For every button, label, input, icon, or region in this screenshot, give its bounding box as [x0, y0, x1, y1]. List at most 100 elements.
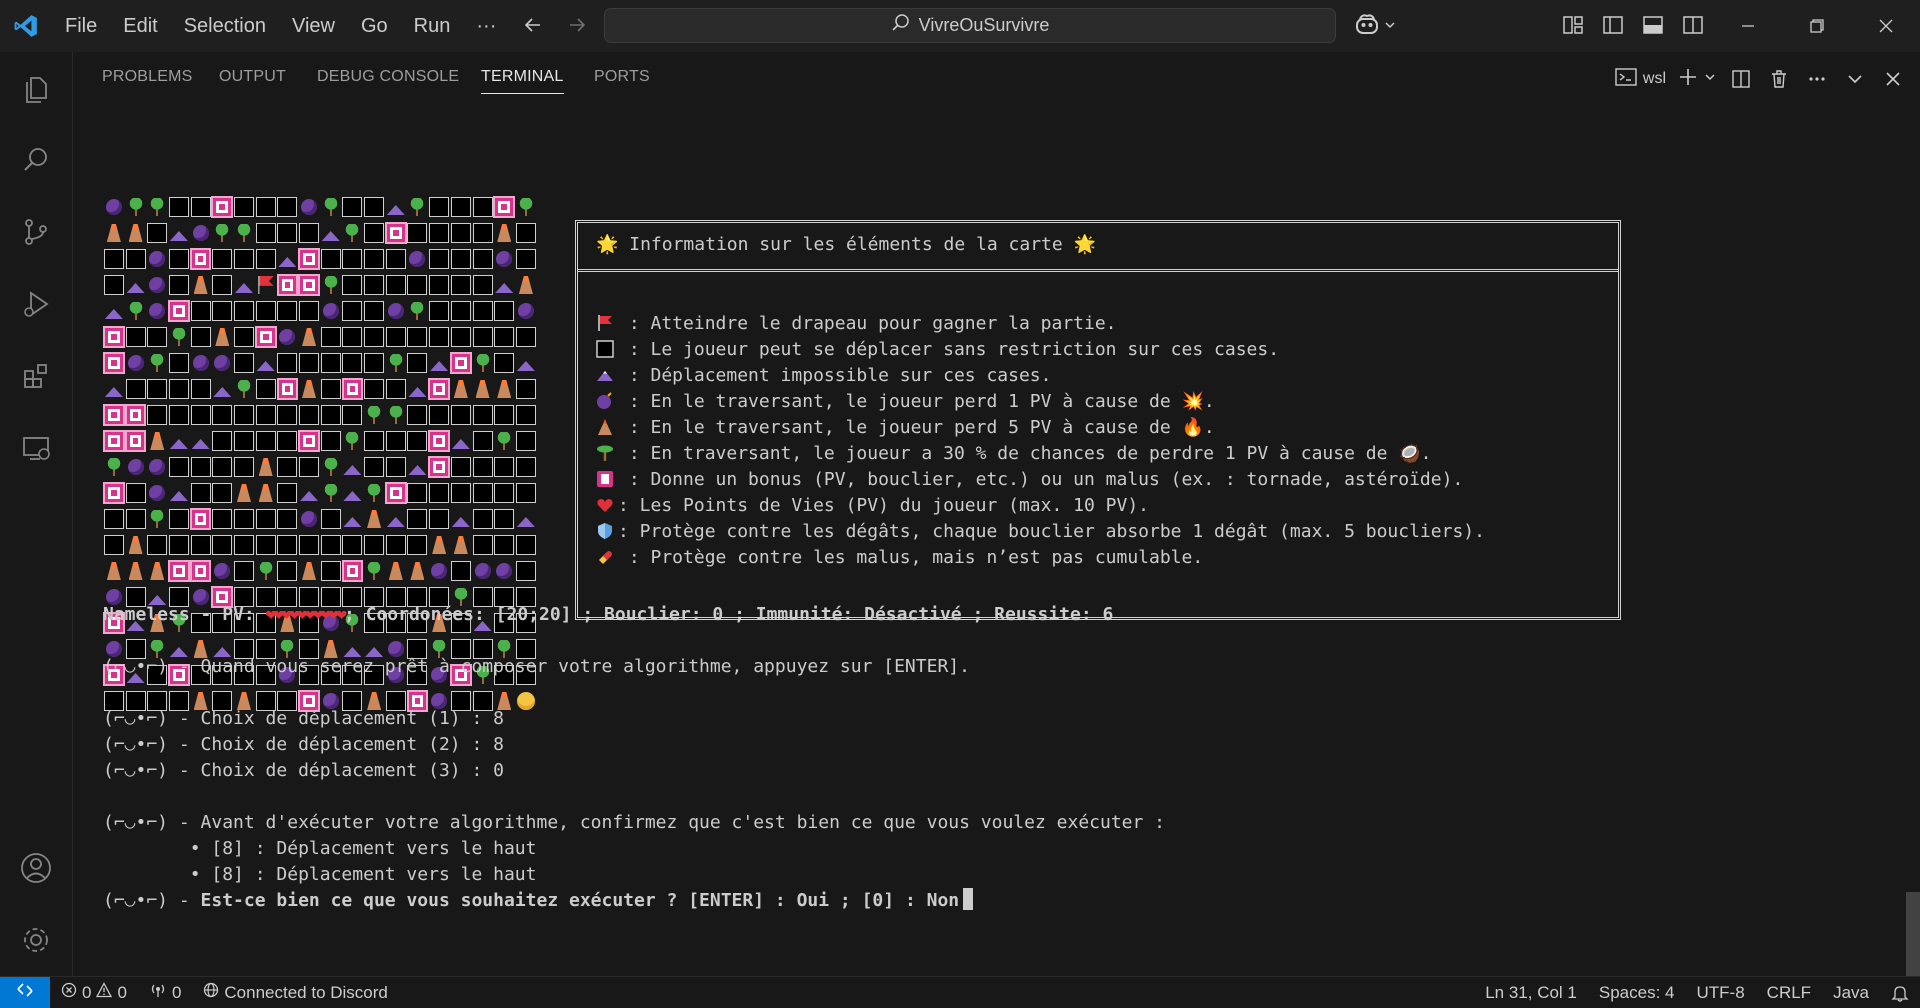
toggle-panel-icon[interactable]: [1640, 12, 1666, 38]
map-cell-empty: [342, 246, 364, 272]
map-cell-mountain-icon: [493, 272, 515, 298]
map-cell-empty: [515, 428, 537, 454]
map-cell-bonus-card-icon: [168, 298, 190, 324]
map-cell-bomb-icon: [190, 220, 212, 246]
remote-indicator[interactable]: [0, 976, 50, 1008]
restore-icon[interactable]: [1782, 0, 1851, 52]
menu-run[interactable]: Run: [401, 0, 464, 52]
copilot-button[interactable]: [1354, 12, 1396, 41]
menu-view[interactable]: View: [279, 0, 348, 52]
tab-ports[interactable]: PORTS: [594, 68, 650, 94]
map-cell-empty: [168, 376, 190, 402]
map-cell-volcano-icon: [363, 506, 385, 532]
map-cell-empty: [320, 350, 342, 376]
map-cell-empty: [493, 506, 515, 532]
map-cell-empty: [298, 402, 320, 428]
end-of-line[interactable]: CRLF: [1756, 977, 1822, 1008]
map-cell-empty: [428, 298, 450, 324]
run-debug-icon[interactable]: [0, 268, 72, 340]
close-panel-icon[interactable]: [1880, 64, 1906, 94]
command-center-search[interactable]: VivreOuSurvivre: [604, 8, 1336, 43]
map-cell-empty: [493, 324, 515, 350]
source-control-icon[interactable]: [0, 196, 72, 268]
menu-go[interactable]: Go: [348, 0, 401, 52]
search-icon[interactable]: [0, 124, 72, 196]
map-cell-empty: [363, 454, 385, 480]
volcano-icon: [596, 418, 616, 436]
map-cell-empty: [320, 532, 342, 558]
terminal-icon: [1615, 67, 1637, 92]
map-cell-bonus-card-icon: [428, 454, 450, 480]
menu-more[interactable]: ···: [463, 0, 509, 52]
customize-layout-icon[interactable]: [1560, 12, 1586, 38]
map-cell-empty: [363, 194, 385, 220]
chevron-down-icon: [1704, 70, 1716, 88]
map-cell-bomb-icon: [515, 298, 537, 324]
map-cell-empty: [472, 454, 494, 480]
terminal-selector[interactable]: wsl: [1615, 64, 1666, 94]
tab-terminal[interactable]: TERMINAL: [481, 68, 564, 94]
split-terminal-icon[interactable]: [1728, 64, 1754, 94]
extensions-icon[interactable]: [0, 340, 72, 412]
more-actions-icon[interactable]: [1804, 64, 1830, 94]
terminal-output[interactable]: 🌟 Information sur les éléments de la car…: [103, 142, 1903, 972]
map-cell-empty: [233, 558, 255, 584]
forward-arrow-icon[interactable]: [564, 12, 590, 38]
map-cell-palm-tree-icon: [407, 298, 429, 324]
map-cell-empty: [472, 324, 494, 350]
map-cell-empty: [472, 272, 494, 298]
map-cell-mountain-icon: [450, 428, 472, 454]
map-cell-empty: [211, 402, 233, 428]
menu-selection[interactable]: Selection: [171, 0, 279, 52]
map-cell-bonus-card-icon: [103, 350, 125, 376]
toggle-secondary-sidebar-icon[interactable]: [1680, 12, 1706, 38]
close-icon[interactable]: [1851, 0, 1920, 52]
notifications-bell-icon[interactable]: [1880, 977, 1920, 1008]
discord-status[interactable]: Connected to Discord: [192, 977, 398, 1008]
legend-line: : En le traversant, le joueur perd 1 PV …: [596, 389, 1485, 415]
map-cell-empty: [450, 298, 472, 324]
minimize-icon[interactable]: [1713, 0, 1782, 52]
indentation[interactable]: Spaces: 4: [1588, 977, 1686, 1008]
map-cell-empty: [342, 194, 364, 220]
navigation-arrows: [520, 12, 590, 38]
menu-edit[interactable]: Edit: [110, 0, 170, 52]
remote-explorer-icon[interactable]: [0, 412, 72, 484]
map-cell-palm-tree-icon: [342, 428, 364, 454]
ports-indicator[interactable]: 0: [138, 977, 192, 1008]
encoding[interactable]: UTF-8: [1686, 977, 1756, 1008]
map-cell-empty: [168, 506, 190, 532]
tab-problems[interactable]: PROBLEMS: [102, 68, 193, 94]
map-cell-mountain-icon: [385, 506, 407, 532]
settings-gear-icon[interactable]: [0, 904, 72, 976]
map-cell-empty: [277, 298, 299, 324]
explorer-icon[interactable]: [0, 52, 72, 124]
cursor-position[interactable]: Ln 31, Col 1: [1474, 977, 1588, 1008]
terminal-scrollbar[interactable]: [1906, 892, 1920, 976]
toggle-primary-sidebar-icon[interactable]: [1600, 12, 1626, 38]
map-cell-empty: [450, 220, 472, 246]
kill-terminal-trash-icon[interactable]: [1766, 64, 1792, 94]
map-cell-empty: [363, 298, 385, 324]
problems-indicator[interactable]: 0 0: [50, 977, 138, 1008]
map-cell-empty: [407, 428, 429, 454]
map-cell-empty: [428, 246, 450, 272]
back-arrow-icon[interactable]: [520, 12, 546, 38]
map-cell-bomb-icon: [146, 298, 168, 324]
map-cell-empty: [385, 376, 407, 402]
maximize-panel-chevron-icon[interactable]: [1842, 64, 1868, 94]
language-mode[interactable]: Java: [1822, 977, 1880, 1008]
globe-icon: [203, 982, 219, 1003]
accounts-icon[interactable]: [0, 832, 72, 904]
new-terminal-button[interactable]: [1678, 64, 1716, 94]
map-cell-empty: [472, 220, 494, 246]
menu-file[interactable]: File: [52, 0, 110, 52]
terminal-line: (⌐◡•⌐) - Quand vous serez prêt à compose…: [103, 656, 970, 677]
map-cell-palm-tree-icon: [233, 220, 255, 246]
tab-debug-console[interactable]: DEBUG CONSOLE: [317, 68, 459, 94]
map-cell-empty: [493, 350, 515, 376]
map-cell-empty: [363, 324, 385, 350]
flag-icon: [596, 314, 616, 332]
map-cell-palm-tree-icon: [320, 454, 342, 480]
tab-output[interactable]: OUTPUT: [219, 68, 286, 94]
